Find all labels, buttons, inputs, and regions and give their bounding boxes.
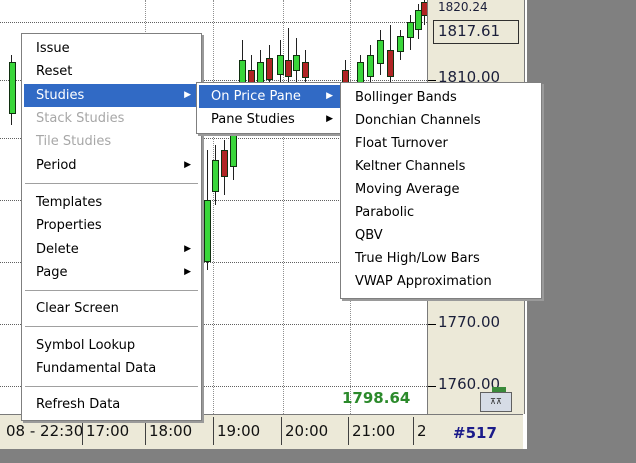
time-label: 21:00 (348, 417, 395, 445)
time-label: 08 - 22:30 (6, 422, 84, 440)
menu-item-label: Symbol Lookup (36, 338, 136, 353)
triangle-right-icon: ▶ (184, 267, 191, 277)
menu-separator (25, 386, 198, 387)
triangle-right-icon: ▶ (326, 91, 333, 101)
menu-item-label: Float Turnover (355, 136, 448, 151)
time-label: 20:00 (281, 417, 328, 445)
menu-item-studies[interactable]: Studies ▶ (24, 84, 199, 107)
price-pane-studies-submenu: Bollinger Bands Donchian Channels Float … (340, 82, 542, 299)
menu-item-label: Issue (36, 41, 70, 56)
current-price-label: 1817.61 (438, 22, 501, 40)
menu-item-label: Reset (36, 64, 73, 79)
menu-item-label: Templates (36, 195, 103, 210)
menu-item-label: Studies (36, 88, 85, 103)
menu-item-label: On Price Pane (211, 89, 301, 104)
window-background (0, 449, 527, 463)
triangle-right-icon: ▶ (326, 114, 333, 124)
menu-item-label: Pane Studies (211, 112, 295, 127)
menu-item-pane-studies[interactable]: Pane Studies ▶ (199, 108, 341, 131)
menu-item-label: Delete (36, 242, 79, 257)
menu-item-bollinger-bands[interactable]: Bollinger Bands (343, 86, 539, 109)
triangle-right-icon: ▶ (184, 90, 191, 100)
menu-item-label: Keltner Channels (355, 159, 466, 174)
menu-item-moving-average[interactable]: Moving Average (343, 178, 539, 201)
menu-separator (25, 326, 198, 327)
menu-item-label: Stack Studies (36, 111, 125, 126)
menu-item-issue[interactable]: Issue (24, 37, 199, 60)
studies-submenu: On Price Pane ▶ Pane Studies ▶ (196, 82, 344, 134)
menu-item-label: Clear Screen (36, 301, 119, 316)
menu-item-float-turnover[interactable]: Float Turnover (343, 132, 539, 155)
time-label: 2 (413, 417, 427, 445)
menu-item-label: Moving Average (355, 182, 460, 197)
price-level-label: 1770.00 (438, 313, 501, 331)
current-price-box: 1817.61 (433, 20, 519, 44)
menu-item-label: Donchian Channels (355, 113, 481, 128)
menu-item-label: Parabolic (355, 205, 415, 220)
menu-item-refresh-data[interactable]: Refresh Data (24, 393, 199, 416)
menu-item-keltner-channels[interactable]: Keltner Channels (343, 155, 539, 178)
menu-item-vwap-approximation[interactable]: VWAP Approximation (343, 270, 539, 293)
grid-line (213, 0, 214, 414)
menu-separator (25, 183, 198, 184)
menu-item-parabolic[interactable]: Parabolic (343, 201, 539, 224)
menu-item-label: Properties (36, 218, 102, 233)
price-level-label: 1760.00 (438, 375, 501, 393)
chart-toggle-icon[interactable]: ⊼⊼ (480, 392, 512, 412)
menu-item-label: Page (36, 265, 68, 280)
time-label: 19:00 (213, 417, 260, 445)
menu-item-qbv[interactable]: QBV (343, 224, 539, 247)
menu-item-period[interactable]: Period ▶ (24, 154, 199, 177)
menu-item-label: Refresh Data (36, 397, 121, 412)
menu-item-label: Fundamental Data (36, 361, 157, 376)
menu-separator (25, 290, 198, 291)
menu-item-label: Tile Studies (36, 134, 112, 149)
triangle-right-icon: ▶ (184, 160, 191, 170)
context-menu: Issue Reset Studies ▶ Stack Studies Tile … (21, 33, 202, 421)
menu-item-tile-studies: Tile Studies (24, 130, 199, 153)
window-background (527, 0, 636, 463)
time-label: 17:00 (82, 417, 129, 445)
menu-item-stack-studies: Stack Studies (24, 107, 199, 130)
time-label: 18:00 (145, 417, 192, 445)
menu-item-label: Bollinger Bands (355, 90, 457, 105)
menu-item-fundamental-data[interactable]: Fundamental Data (24, 357, 199, 380)
menu-item-reset[interactable]: Reset (24, 60, 199, 83)
menu-item-label: True High/Low Bars (355, 251, 480, 266)
menu-item-symbol-lookup[interactable]: Symbol Lookup (24, 334, 199, 357)
triangle-right-icon: ▶ (184, 244, 191, 254)
menu-item-label: Period (36, 158, 77, 173)
price-tick (428, 324, 436, 325)
menu-item-page[interactable]: Page ▶ (24, 261, 199, 284)
menu-item-label: QBV (355, 228, 383, 243)
menu-item-clear-screen[interactable]: Clear Screen (24, 297, 199, 320)
price-top-label: 1820.24 (438, 0, 488, 14)
menu-item-templates[interactable]: Templates (24, 191, 199, 214)
menu-item-on-price-pane[interactable]: On Price Pane ▶ (199, 85, 341, 108)
menu-item-properties[interactable]: Properties (24, 214, 199, 237)
price-tick (428, 80, 436, 81)
price-tick (428, 386, 436, 387)
last-price-label: 1798.64 (342, 389, 411, 407)
bar-count-label: #517 (453, 424, 497, 442)
menu-item-delete[interactable]: Delete ▶ (24, 238, 199, 261)
menu-item-label: VWAP Approximation (355, 274, 492, 289)
menu-item-true-high-low-bars[interactable]: True High/Low Bars (343, 247, 539, 270)
menu-item-donchian-channels[interactable]: Donchian Channels (343, 109, 539, 132)
